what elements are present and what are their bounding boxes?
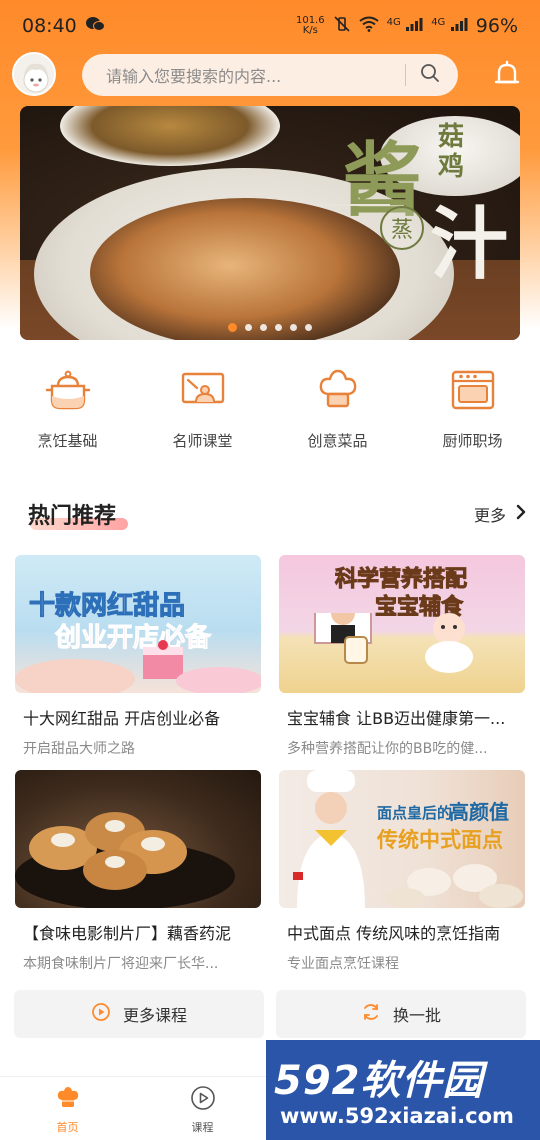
baby-food-illustration (314, 613, 473, 673)
dessert-illustration (15, 640, 261, 693)
category-chef-career[interactable]: 厨师职场 (405, 366, 540, 456)
thumb-text: 高颜值 (449, 800, 509, 824)
refresh-button[interactable]: 换一批 (276, 990, 526, 1038)
status-time: 08:40 (22, 15, 77, 37)
search-divider (405, 64, 406, 86)
classroom-icon (179, 366, 227, 418)
pot-icon (44, 366, 92, 418)
refresh-icon (361, 1002, 381, 1026)
carousel-dot[interactable] (228, 323, 237, 332)
chef-hat-icon (314, 366, 362, 418)
speed-unit: K/s (302, 25, 318, 36)
more-label: 更多 (473, 506, 506, 525)
search-icon[interactable] (420, 63, 440, 87)
banner-title-top-2: 鸡 (438, 152, 465, 182)
more-link[interactable]: 更多 (474, 502, 526, 526)
recommend-section-header: 热门推荐 更多 (26, 496, 526, 532)
banner-side-dish (60, 106, 280, 166)
course-thumbnail (15, 770, 261, 908)
thumb-text: 面点皇后的 (377, 804, 453, 822)
course-card[interactable]: 科学营养搭配 宝宝辅食 宝宝辅食 让BB迈出健康第一... 多种营养搭配让你的B… (279, 555, 525, 758)
watermark-url: www.592xiazai.com (280, 1104, 514, 1128)
category-cooking-basics[interactable]: 烹饪基础 (0, 366, 135, 456)
thumb-text: 传统中式面点 (377, 828, 503, 852)
course-thumbnail: 面点皇后的 高颜值 传统中式面点 (279, 770, 525, 908)
carousel-dot[interactable] (290, 324, 297, 331)
play-circle-icon (190, 1085, 216, 1115)
banner-divider (320, 204, 390, 206)
banner-carousel[interactable]: 酱 菇 鸡 蒸 汁 (20, 106, 520, 340)
category-grid: 烹饪基础 名师课堂 创意菜品 厨师职场 (0, 366, 540, 456)
more-courses-button[interactable]: 更多课程 (14, 990, 264, 1038)
carousel-dot[interactable] (245, 324, 252, 331)
search-bar[interactable]: 请输入您要搜索的内容... (82, 54, 458, 96)
course-title: 宝宝辅食 让BB迈出健康第一... (287, 709, 506, 728)
notification-bell-icon[interactable] (490, 58, 524, 92)
wifi-icon (358, 15, 379, 37)
course-thumbnail: 科学营养搭配 宝宝辅食 (279, 555, 525, 693)
category-label: 名师课堂 (172, 432, 233, 450)
signal-1-icon: 4G (387, 17, 424, 35)
course-subtitle: 本期食味制片厂将迎来厂长华... (23, 956, 219, 972)
course-subtitle: 专业面点烹饪课程 (287, 956, 399, 972)
network-1-label: 4G (386, 17, 401, 28)
category-label: 创意菜品 (307, 432, 368, 450)
banner-title-bottom: 汁 (430, 199, 509, 290)
wechat-icon (85, 16, 105, 36)
network-2-label: 4G (431, 17, 446, 28)
carousel-dot[interactable] (275, 324, 282, 331)
banner-seal: 蒸 (380, 206, 424, 250)
tab-label: 首页 (56, 1121, 79, 1134)
vibrate-off-icon (333, 15, 351, 38)
course-thumbnail: 十款网红甜品 创业开店必备 (15, 555, 261, 693)
site-watermark: 592软件园 www.592xiazai.com (266, 1040, 540, 1140)
course-card[interactable]: 十款网红甜品 创业开店必备 十大网红甜品 开店创业必备 开启甜品大师之路 (15, 555, 261, 758)
course-title: 十大网红甜品 开店创业必备 (23, 709, 221, 728)
course-subtitle: 开启甜品大师之路 (23, 741, 135, 757)
category-label: 烹饪基础 (37, 432, 98, 450)
chef-hat-icon (55, 1085, 81, 1115)
chevron-right-icon (516, 504, 526, 524)
action-buttons: 更多课程 换一批 (14, 990, 526, 1038)
refresh-label: 换一批 (392, 1006, 441, 1025)
more-courses-label: 更多课程 (122, 1006, 187, 1025)
tab-label: 课程 (191, 1121, 214, 1134)
carousel-dot[interactable] (260, 324, 267, 331)
signal-2-icon: 4G (431, 17, 468, 35)
category-label: 厨师职场 (442, 432, 503, 450)
course-subtitle: 多种营养搭配让你的BB吃的健... (287, 741, 488, 757)
lotus-root-illustration (15, 812, 235, 908)
oven-icon (449, 366, 497, 418)
watermark-brand: 592软件园 (274, 1058, 484, 1104)
category-creative-dishes[interactable]: 创意菜品 (270, 366, 405, 456)
tab-courses[interactable]: 课程 (135, 1077, 270, 1140)
category-master-class[interactable]: 名师课堂 (135, 366, 270, 456)
course-card[interactable]: 面点皇后的 高颜值 传统中式面点 中式面点 传统风味的烹饪指南 专业面点烹饪课程 (279, 770, 525, 973)
search-placeholder: 请输入您要搜索的内容... (106, 67, 282, 86)
network-speed: 101.6 K/s (296, 16, 325, 36)
play-circle-icon (91, 1002, 111, 1026)
carousel-dots (20, 323, 520, 332)
top-header: 请输入您要搜索的内容... (0, 52, 540, 98)
recommend-title-text: 热门推荐 (28, 504, 117, 529)
status-bar: 08:40 101.6 K/s 4G 4G 96% (0, 0, 540, 52)
status-indicators: 101.6 K/s 4G 4G 96% (296, 15, 518, 38)
battery-level: 96% (475, 15, 518, 37)
course-title: 中式面点 传统风味的烹饪指南 (287, 924, 501, 943)
avatar[interactable] (12, 52, 56, 96)
recommend-title: 热门推荐 (26, 498, 129, 530)
tab-home[interactable]: 首页 (0, 1077, 135, 1140)
carousel-dot[interactable] (305, 324, 312, 331)
course-title: 【食味电影制片厂】藕香药泥 (23, 924, 232, 943)
course-card[interactable]: 【食味电影制片厂】藕香药泥 本期食味制片厂将迎来厂长华... (15, 770, 261, 973)
